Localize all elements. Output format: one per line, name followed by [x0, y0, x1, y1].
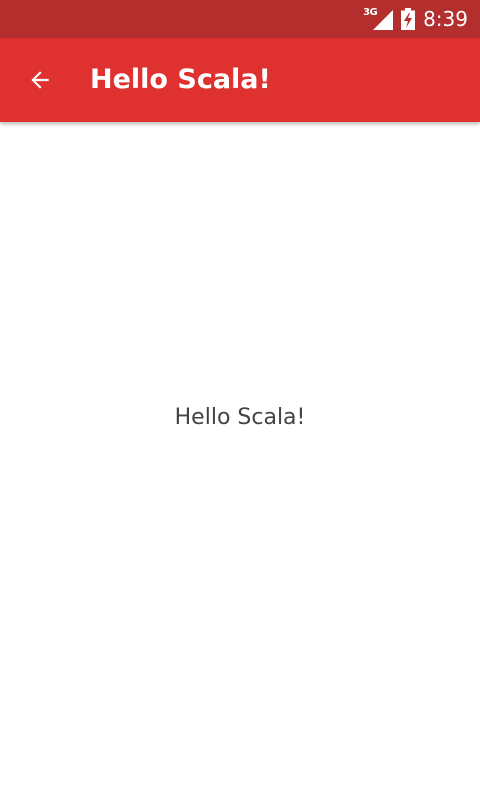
app-bar: Hello Scala!	[0, 38, 480, 122]
app-bar-title: Hello Scala!	[90, 64, 271, 95]
arrow-back-icon	[31, 71, 49, 89]
signal-icon	[373, 10, 394, 30]
status-bar: 3G 8:39	[0, 0, 480, 38]
signal-indicator: 3G	[363, 7, 394, 31]
status-icons: 3G 8:39	[363, 0, 468, 38]
status-time: 8:39	[423, 7, 468, 31]
main-content: Hello Scala!	[0, 122, 480, 800]
battery-indicator	[401, 8, 416, 30]
hello-message: Hello Scala!	[174, 405, 306, 430]
back-button[interactable]	[20, 60, 60, 100]
battery-charging-icon	[401, 8, 416, 30]
